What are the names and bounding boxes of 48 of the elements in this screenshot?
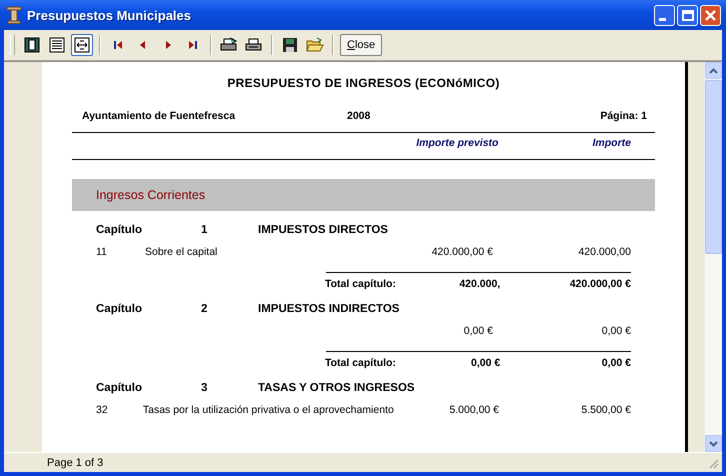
vertical-scrollbar[interactable] bbox=[704, 62, 722, 452]
entity-name: Ayuntamiento de Fuentefresca bbox=[82, 110, 236, 122]
chapter-number: 2 bbox=[201, 303, 208, 315]
total-budgeted: 420.000, bbox=[458, 278, 500, 290]
account-code: 32 bbox=[96, 404, 108, 416]
actual-amount: 0,00 € bbox=[600, 325, 631, 339]
scroll-up-icon[interactable] bbox=[705, 62, 722, 79]
report-title: PRESUPUESTO DE INGRESOS (ECONóMICO) bbox=[226, 75, 501, 90]
scroll-down-icon[interactable] bbox=[705, 435, 722, 452]
page-number: Página: 1 bbox=[600, 110, 647, 122]
resize-grip-icon[interactable] bbox=[707, 456, 719, 468]
chapter-number: 3 bbox=[201, 382, 208, 394]
status-text: Page 1 of 3 bbox=[47, 456, 104, 468]
account-description: Tasas por la utilización privativa o el aprovechamiento bbox=[142, 404, 394, 416]
budgeted-amount: 420.000,00 € bbox=[430, 246, 493, 260]
chapter-name: IMPUESTOS DIRECTOS bbox=[258, 224, 388, 236]
minimize-button[interactable] bbox=[654, 4, 675, 26]
column-icon bbox=[6, 6, 22, 24]
maximize-button[interactable] bbox=[677, 4, 698, 26]
window-title: Presupuestos Municipales bbox=[27, 8, 192, 22]
close-button[interactable] bbox=[700, 4, 721, 26]
scroll-thumb[interactable] bbox=[705, 80, 722, 254]
chapter-label: Capítulo bbox=[96, 382, 143, 394]
total-label: Total capítulo: bbox=[324, 357, 396, 369]
actual-amount: 420.000,00 bbox=[577, 246, 631, 260]
chapter-number: 1 bbox=[201, 224, 208, 236]
account-description: Sobre el capital bbox=[145, 246, 218, 258]
chapter-label: Capítulo bbox=[96, 303, 143, 315]
account-code: 11 bbox=[96, 246, 107, 258]
section-title: Ingresos Corrientes bbox=[96, 188, 206, 202]
budgeted-amount: 5.000,00 € bbox=[448, 404, 500, 418]
minimize-icon bbox=[659, 18, 666, 20]
total-actual: 0,00 € bbox=[600, 357, 631, 369]
chapter-name: TASAS Y OTROS INGRESOS bbox=[258, 382, 415, 394]
maximize-icon bbox=[682, 10, 694, 20]
close-report-button[interactable]: Close bbox=[340, 34, 382, 56]
report-year: 2008 bbox=[347, 110, 372, 122]
total-actual: 420.000,00 € bbox=[568, 278, 631, 290]
chapter-label: Capítulo bbox=[96, 224, 143, 236]
total-label: Total capítulo: bbox=[324, 278, 396, 290]
chapter-name: IMPUESTOS INDIRECTOS bbox=[258, 303, 400, 315]
fit-width-icon[interactable] bbox=[71, 34, 93, 56]
budgeted-amount: 0,00 € bbox=[462, 325, 493, 339]
column-heading: Importe bbox=[592, 137, 631, 150]
column-heading: Importe previsto bbox=[416, 137, 498, 150]
total-budgeted: 0,00 € bbox=[470, 357, 500, 369]
close-icon bbox=[705, 10, 716, 20]
actual-amount: 5.500,00 € bbox=[580, 404, 631, 418]
